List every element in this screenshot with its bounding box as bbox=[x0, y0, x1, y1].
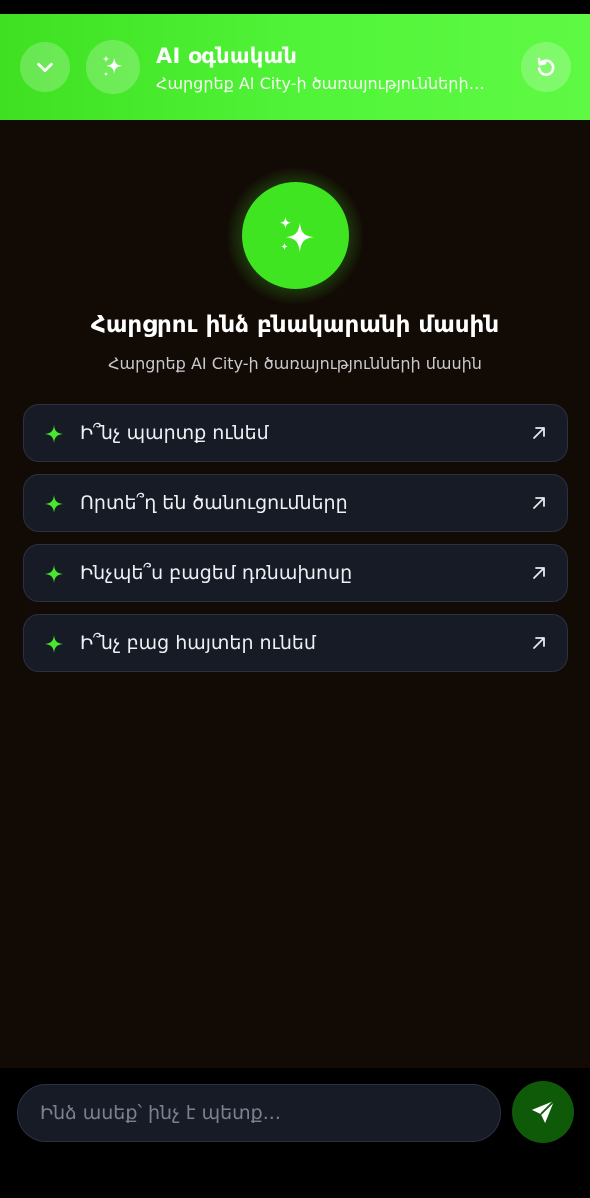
suggestion-label: Ի՞նչ բաց հայտեր ունեմ bbox=[80, 632, 316, 654]
suggestion-label: Ինչպե՞ս բացեմ դռնախոսը bbox=[80, 562, 353, 584]
arrow-up-right-icon bbox=[533, 497, 545, 509]
sparkle-icon bbox=[45, 565, 63, 583]
assistant-header: AI օգնական Հարցրեք AI City-ի ծառայությու… bbox=[0, 14, 590, 120]
sparkles-icon bbox=[279, 216, 314, 252]
sparkles-icon bbox=[102, 55, 123, 77]
sparkle-icon bbox=[45, 425, 63, 443]
hero-title: Հարցրու ինձ բնակարանի մասին bbox=[90, 312, 500, 338]
message-input[interactable] bbox=[17, 1084, 501, 1142]
chevron-down-icon bbox=[37, 62, 53, 73]
hero-subtitle: Հարցրեք AI City-ի ծառայությունների մասին bbox=[108, 354, 482, 373]
arrow-up-right-icon bbox=[533, 637, 545, 649]
suggestion-chip[interactable]: Ի՞նչ պարտք ունեմ bbox=[23, 404, 568, 462]
header-subtitle: Հարցրեք AI City-ի ծառայությունների մասին bbox=[156, 74, 486, 93]
refresh-icon bbox=[537, 57, 555, 76]
suggestion-label: Որտե՞ղ են ծանուցումները bbox=[80, 492, 348, 514]
assistant-avatar bbox=[86, 40, 140, 94]
suggestion-chip[interactable]: Ինչպե՞ս բացեմ դռնախոսը bbox=[23, 544, 568, 602]
arrow-up-right-icon bbox=[533, 427, 545, 439]
suggestion-label: Ի՞նչ պարտք ունեմ bbox=[80, 422, 269, 444]
reset-chat-button[interactable] bbox=[521, 42, 571, 92]
arrow-up-right-icon bbox=[533, 567, 545, 579]
hero-badge bbox=[242, 182, 349, 289]
suggestion-chip[interactable]: Որտե՞ղ են ծանուցումները bbox=[23, 474, 568, 532]
status-bar bbox=[0, 0, 590, 14]
header-title: AI օգնական bbox=[156, 44, 298, 68]
suggestion-chip[interactable]: Ի՞նչ բաց հայտեր ունեմ bbox=[23, 614, 568, 672]
send-button[interactable] bbox=[512, 1081, 574, 1143]
send-icon bbox=[531, 1100, 555, 1124]
sparkle-icon bbox=[45, 495, 63, 513]
sparkle-icon bbox=[45, 635, 63, 653]
collapse-button[interactable] bbox=[20, 42, 70, 92]
